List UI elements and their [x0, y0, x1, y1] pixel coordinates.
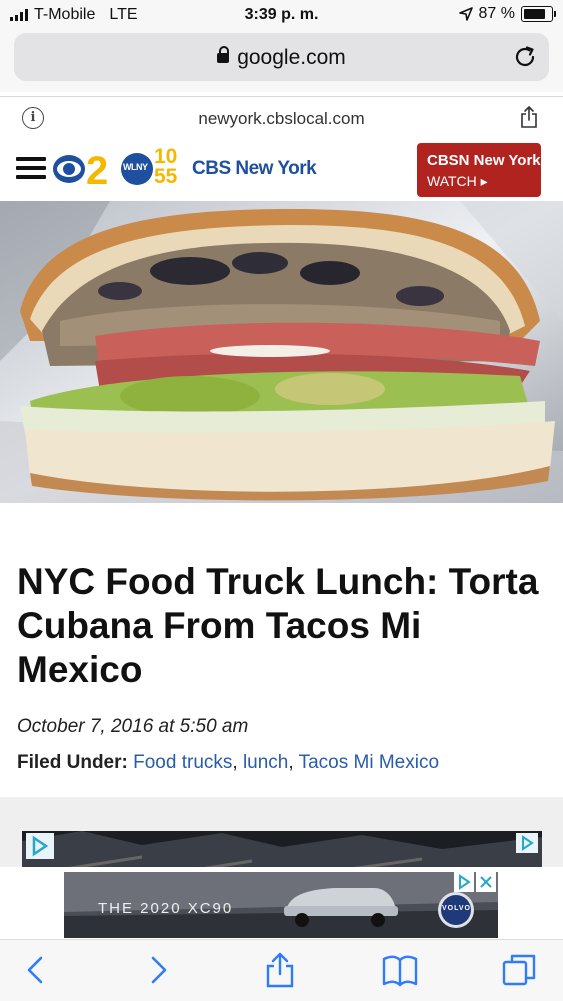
- svg-text:2: 2: [86, 149, 108, 190]
- status-right: 87 %: [458, 5, 556, 23]
- share-icon[interactable]: [260, 950, 300, 990]
- lock-icon: [217, 46, 230, 63]
- inline-ad-area: [0, 797, 563, 867]
- ad-graphic: [22, 831, 542, 867]
- adchoices-icon[interactable]: [26, 833, 54, 859]
- article-date: October 7, 2016 at 5:50 am: [17, 716, 249, 737]
- cbsn-watch-button[interactable]: CBSN New York WATCH ▸: [417, 143, 541, 197]
- battery-percent: 87 %: [478, 5, 515, 22]
- reload-icon[interactable]: [513, 45, 537, 69]
- status-bar: T-Mobile LTE 3:39 p. m. 87 %: [0, 0, 563, 30]
- cbsn-title: CBSN New York: [427, 152, 541, 169]
- adchoices-icon[interactable]: [454, 872, 474, 892]
- sticky-ad-banner: THE 2020 XC90 VOLVO: [0, 867, 563, 939]
- adchoices-icon[interactable]: [516, 833, 538, 853]
- wlny-text: WLNY: [123, 162, 148, 172]
- article-title: NYC Food Truck Lunch: Torta Cubana From …: [17, 561, 539, 690]
- bookmarks-icon[interactable]: [380, 950, 420, 990]
- location-arrow-icon: [458, 7, 473, 21]
- volvo-badge: VOLVO: [442, 905, 471, 912]
- browser-toolbar: [0, 939, 563, 1001]
- site-url[interactable]: newyork.cbslocal.com: [0, 109, 563, 129]
- inline-ad[interactable]: [22, 831, 542, 867]
- ad-headline: THE 2020 XC90: [98, 900, 234, 917]
- cbsn-watch-label: WATCH ▸: [427, 173, 488, 189]
- share-icon[interactable]: [519, 105, 539, 129]
- cbs-logo[interactable]: 2 WLNY 10 55 CBS New York: [52, 143, 317, 195]
- tabs-icon[interactable]: [500, 950, 540, 990]
- address-bar: google.com: [0, 30, 563, 92]
- tag-link[interactable]: lunch: [243, 752, 288, 773]
- volvo-ad[interactable]: THE 2020 XC90 VOLVO: [64, 872, 498, 938]
- battery-fill: [524, 9, 545, 19]
- menu-icon[interactable]: [16, 157, 46, 181]
- tag-link[interactable]: Food trucks: [133, 752, 232, 773]
- brand-name: CBS New York: [192, 158, 317, 179]
- cbs-eye-logo: 2: [53, 149, 108, 190]
- site-header: 2 WLNY 10 55 CBS New York CBSN New York …: [0, 139, 563, 201]
- forward-icon[interactable]: [138, 950, 178, 990]
- url-domain: google.com: [237, 46, 346, 69]
- filed-label: Filed Under:: [17, 752, 128, 773]
- close-ad-icon[interactable]: [476, 872, 496, 892]
- channel-10: 10: [154, 145, 178, 168]
- amp-site-bar: i newyork.cbslocal.com: [0, 96, 563, 140]
- tag-link[interactable]: Tacos Mi Mexico: [299, 752, 439, 773]
- url-field[interactable]: google.com: [14, 33, 549, 81]
- back-icon[interactable]: [16, 950, 56, 990]
- filed-under: Filed Under: Food trucks, lunch, Tacos M…: [17, 752, 440, 773]
- channel-55: 55: [154, 165, 178, 188]
- hero-image: [0, 201, 563, 503]
- battery-icon: [521, 6, 556, 22]
